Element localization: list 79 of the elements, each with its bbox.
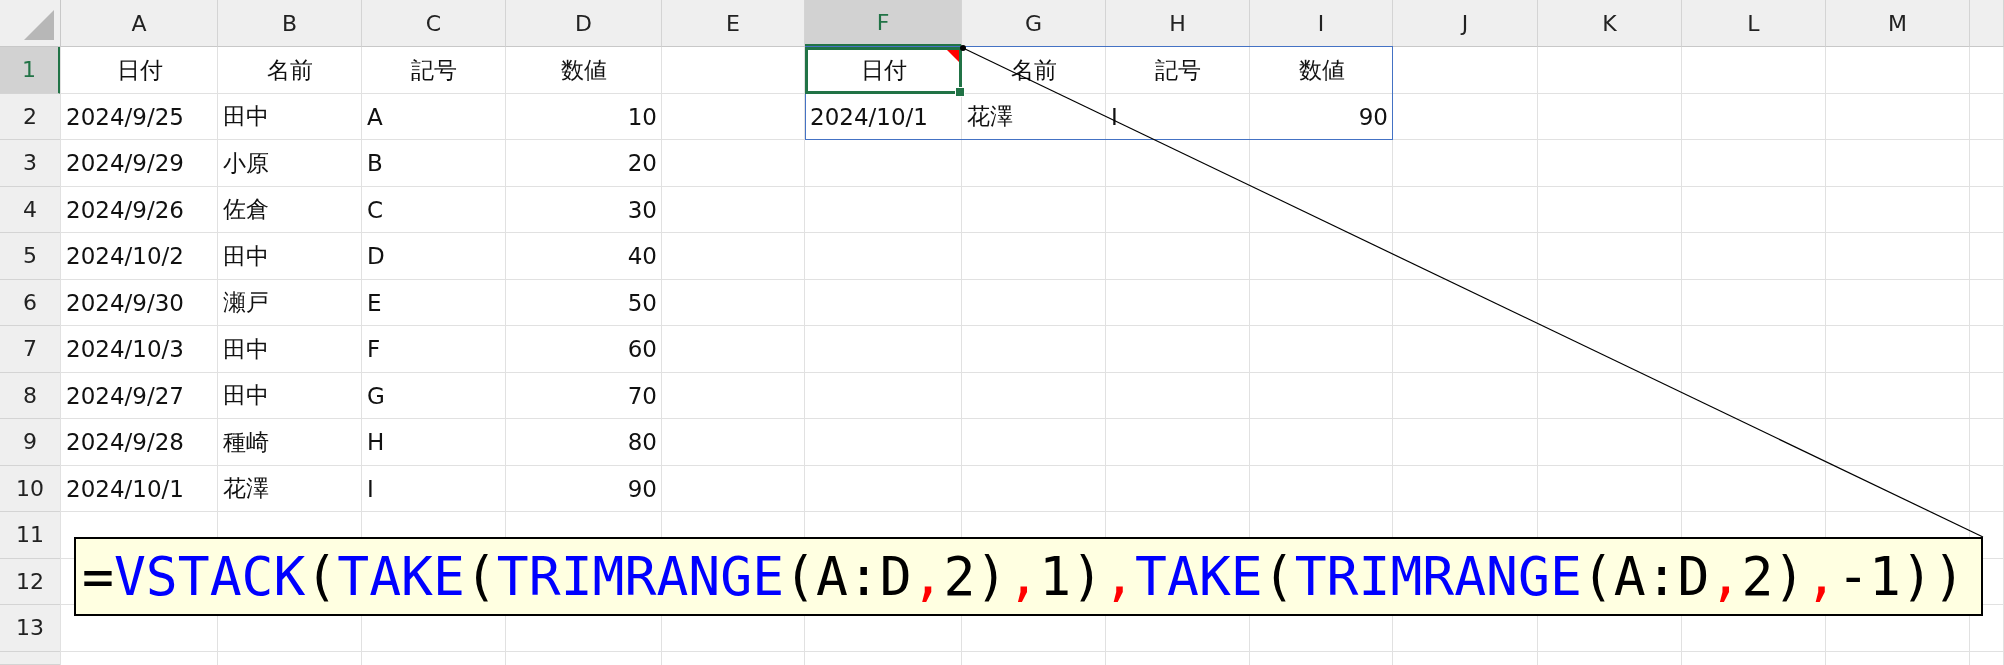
table-cell-text: 2024/9/29	[65, 149, 185, 179]
column-header[interactable]: L	[1682, 0, 1826, 47]
table-cell-text: 小原	[222, 148, 270, 178]
row-header[interactable]: 12	[0, 558, 61, 605]
table-cell-text: I	[1110, 102, 1119, 132]
table-cell-text: E	[366, 288, 383, 318]
table-cell-text: 2024/9/26	[65, 195, 185, 225]
row-header[interactable]: 10	[0, 465, 61, 512]
table-cell-text: 田中	[222, 381, 270, 411]
table-header-cell-text: 数値	[1297, 55, 1346, 85]
table-cell-text: 花澤	[966, 102, 1014, 132]
row-header[interactable]: 9	[0, 419, 61, 466]
column-header[interactable]: M	[1826, 0, 1970, 47]
row-header[interactable]: 1	[0, 47, 61, 94]
table-cell-text: 田中	[222, 334, 270, 364]
table-cell-text: 20	[626, 149, 658, 179]
column-header[interactable]: H	[1106, 0, 1250, 47]
table-cell-text: 瀬戸	[222, 288, 270, 318]
table-cell-text: 2024/10/1	[809, 102, 929, 132]
table-header-cell-text: 名前	[266, 55, 314, 85]
table-cell-text: C	[366, 195, 385, 225]
table-cell-text: 2024/9/25	[65, 102, 185, 132]
table-header-cell-text: 記号	[1154, 55, 1202, 85]
row-header[interactable]: 11	[0, 512, 61, 559]
table-cell-text: 花澤	[222, 474, 270, 504]
table-cell-text: 50	[626, 288, 658, 318]
column-header[interactable]: F	[805, 0, 962, 47]
table-cell-text: H	[366, 428, 386, 458]
table-cell-text: 60	[626, 335, 658, 365]
row-header[interactable]: 4	[0, 186, 61, 233]
table-cell-text: 佐倉	[222, 195, 270, 225]
table-cell-text: 90	[1357, 102, 1389, 132]
formula-callout: =VSTACK(TAKE(TRIMRANGE(A:D,2),1),TAKE(TRIMRANGE(A:D,2),-1))	[74, 537, 1983, 616]
table-cell-text: 2024/9/27	[65, 381, 185, 411]
table-cell-text: 80	[626, 428, 658, 458]
table-cell-text: 2024/10/3	[65, 335, 185, 365]
row-header[interactable]: 8	[0, 372, 61, 419]
column-header[interactable]: J	[1393, 0, 1538, 47]
row-header[interactable]: 7	[0, 326, 61, 373]
table-header-cell-text: 名前	[1010, 55, 1058, 85]
column-header[interactable]: A	[61, 0, 218, 47]
table-cell-text: 40	[626, 242, 658, 272]
table-cell-text: B	[366, 149, 384, 179]
table-cell-text: D	[366, 242, 386, 272]
table-cell-text: 70	[626, 381, 658, 411]
table-header-cell-text: 記号	[410, 55, 458, 85]
table-cell-text: 30	[626, 195, 658, 225]
table-cell-text: 10	[626, 102, 658, 132]
table-cell-text: 2024/9/28	[65, 428, 185, 458]
table-cell-text: 田中	[222, 241, 270, 271]
column-header[interactable]: D	[506, 0, 662, 47]
column-header[interactable]: B	[218, 0, 362, 47]
table-cell-text: 種崎	[222, 427, 270, 457]
table-header-cell-text: 日付	[115, 55, 164, 85]
row-header[interactable]: 5	[0, 233, 61, 280]
row-header[interactable]: 13	[0, 605, 61, 652]
column-header[interactable]: K	[1538, 0, 1682, 47]
column-header[interactable]: C	[362, 0, 506, 47]
triangle-icon	[24, 10, 54, 40]
fill-handle[interactable]	[955, 86, 965, 97]
row-header[interactable]: 6	[0, 279, 61, 326]
table-cell-text: I	[366, 474, 375, 504]
table-header-cell-text: 数値	[560, 55, 608, 85]
row-header[interactable]: 2	[0, 93, 61, 140]
table-cell-text: 90	[626, 474, 658, 504]
table-cell-text: F	[366, 335, 382, 365]
table-cell-text: A	[366, 102, 384, 132]
table-cell-text: G	[366, 381, 386, 411]
table-cell-text: 2024/9/30	[65, 288, 185, 318]
row-header[interactable]: 3	[0, 140, 61, 187]
column-header[interactable]: I	[1250, 0, 1393, 47]
table-header-cell: 日付	[805, 47, 962, 94]
table-cell-text: 2024/10/1	[65, 474, 185, 504]
column-header[interactable]	[1970, 0, 2004, 47]
select-all-button[interactable]	[0, 0, 61, 47]
table-cell-text: 2024/10/2	[65, 242, 185, 272]
column-header[interactable]: E	[662, 0, 805, 47]
table-cell-text: 田中	[222, 102, 270, 132]
column-header[interactable]: G	[962, 0, 1106, 47]
